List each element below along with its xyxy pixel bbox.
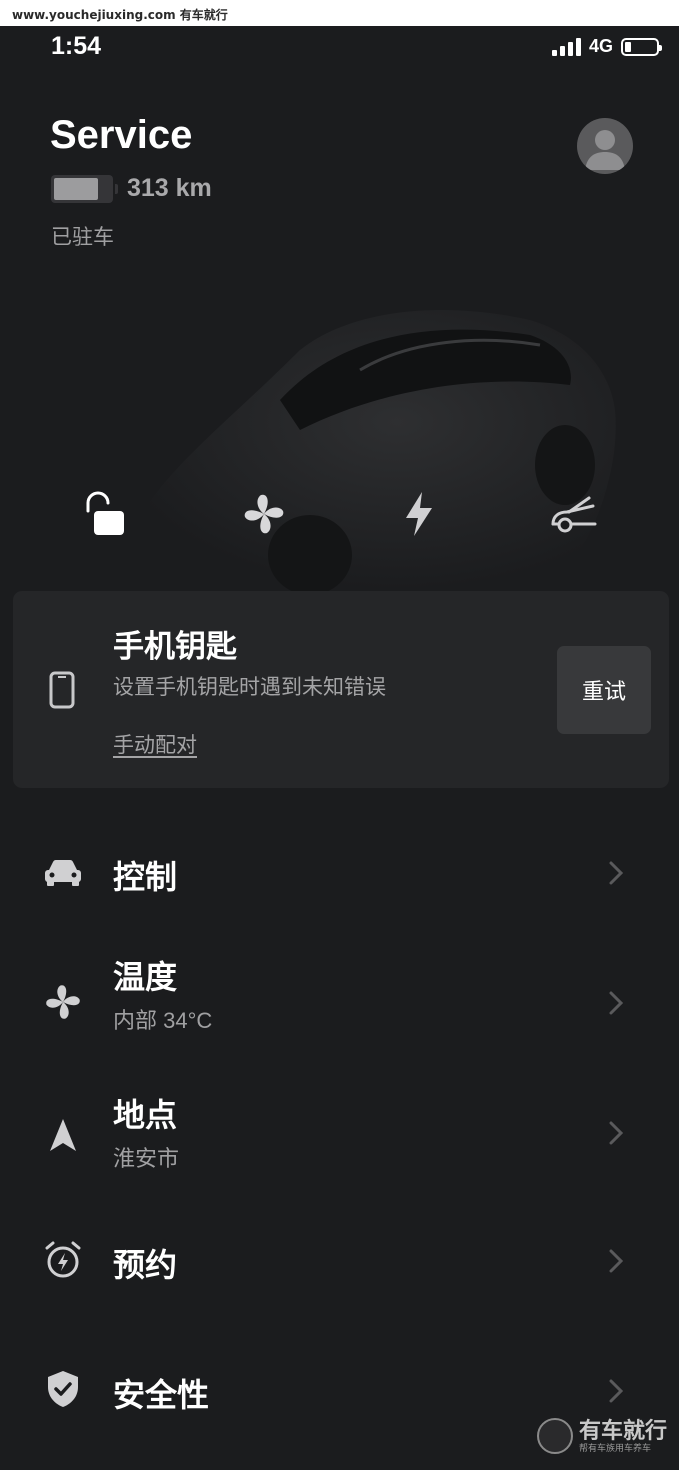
profile-avatar[interactable] [577,118,633,174]
charge-control[interactable] [389,488,449,540]
vehicle-battery-icon [51,174,118,203]
menu-item-schedule[interactable]: 预约 [0,1210,679,1310]
range-indicator: 313 km [51,174,212,203]
frunk-control[interactable] [544,488,604,540]
menu-item-controls[interactable]: 控制 [0,822,679,922]
vehicle-name: Service [50,113,193,157]
menu-subtitle: 内部 34°C [113,1008,213,1033]
lock-control[interactable] [74,488,134,540]
menu-subtitle: 淮安市 [113,1146,180,1171]
gear-shift-icon [537,1418,573,1454]
unlock-icon [86,491,124,535]
watermark-brand: 有车就行 [579,1417,668,1443]
car-icon [42,852,84,894]
phone-key-title: 手机钥匙 [113,629,237,664]
chevron-right-icon [609,861,624,885]
chevron-right-icon [609,1121,624,1145]
phone-key-error: 设置手机钥匙时遇到未知错误 [113,676,386,699]
fan-icon [244,494,284,534]
alarm-clock-icon [42,1239,84,1281]
chevron-right-icon [609,1249,624,1273]
frunk-icon [551,496,597,533]
manual-pair-link[interactable]: 手动配对 [113,729,197,759]
climate-control[interactable] [234,488,294,540]
watermark-url: www.youchejiuxing.com 有车就行 [12,8,228,22]
phone-key-card: 手机钥匙 设置手机钥匙时遇到未知错误 手动配对 重试 [13,591,669,788]
watermark-logo: 有车就行 帮有车族用车养车 [537,1418,667,1454]
watermark-tagline: 帮有车族用车养车 [579,1442,652,1453]
phone-icon [49,671,75,709]
status-indicators: 4G [551,36,662,57]
range-text: 313 km [127,174,212,202]
lightning-icon [406,492,432,536]
menu-title: 控制 [113,859,178,895]
navigation-arrow-icon [42,1114,84,1156]
menu-item-location[interactable]: 地点 淮安市 [0,1084,679,1184]
shield-check-icon [42,1368,84,1410]
menu-title: 温度 [113,959,178,995]
chevron-right-icon [609,1379,624,1403]
park-status: 已驻车 [51,226,114,249]
signal-icon [551,37,581,56]
chevron-right-icon [609,991,624,1015]
car-image [130,310,616,595]
menu-title: 安全性 [113,1377,210,1413]
menu-item-climate[interactable]: 温度 内部 34°C [0,946,679,1046]
network-type: 4G [588,36,613,56]
menu-title: 地点 [113,1097,178,1133]
retry-button[interactable]: 重试 [557,646,651,734]
fan-icon [42,981,84,1023]
menu-title: 预约 [113,1247,178,1283]
status-time: 1:54 [51,32,102,60]
phone-battery-icon [621,37,662,56]
watermark-bar: www.youchejiuxing.com 有车就行 [0,0,679,26]
